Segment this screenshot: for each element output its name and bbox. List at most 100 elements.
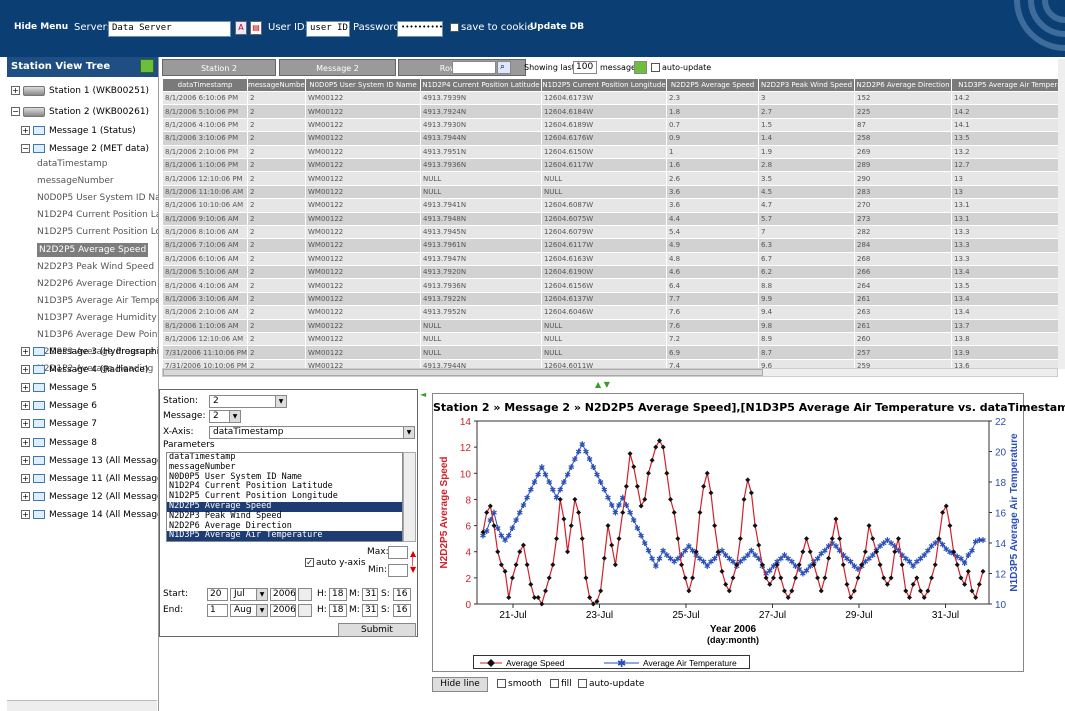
auto-update-checkbox[interactable]: auto-update [578,679,644,689]
splitter-arrow-icon[interactable]: ◄ [420,390,426,399]
expand-icon[interactable]: + [11,86,20,95]
checkbox-icon[interactable] [497,679,506,688]
expand-icon[interactable]: + [21,509,30,519]
table-row[interactable]: 8/1/2006 6:10:06 PM 2 WM00122 4913.7939N 126… [162,90,1058,106]
expand-icon[interactable]: + [21,347,30,356]
parameters-list[interactable]: dataTimestamp messageNumber N0D0P5 User Sy… [166,452,403,542]
tree-param-item[interactable]: N1D2P5 Current Position Longitude [37,225,158,239]
table-row[interactable]: 8/1/2006 5:10:06 AM 2 WM00122 4913.7920N 126… [162,265,1058,280]
expand-icon[interactable]: + [21,437,30,447]
tab-message[interactable]: Message 2 [279,59,396,76]
tree-param-item[interactable]: N2D2P5 Average Speed [37,242,149,257]
collapse-icon[interactable]: − [21,144,30,153]
checkbox-icon[interactable] [550,679,559,688]
checkbox-icon[interactable] [651,63,660,72]
table-row[interactable]: 8/1/2006 4:10:06 AM 2 WM00122 4913.7936N 126… [162,278,1058,293]
expand-icon[interactable]: + [21,419,30,429]
auto-update-toggle[interactable]: auto-update [651,63,711,72]
table-row[interactable]: 7/31/2006 10:10:06 PM 2 WM00122 4913.7944N 1… [162,358,1058,368]
table-row[interactable]: 8/1/2006 1:10:06 PM 2 WM00122 4913.7936N 126… [162,157,1058,173]
search-icon[interactable]: ⌕ [497,61,511,74]
tree-param-item[interactable]: dataTimestamp [37,157,108,171]
month-select[interactable]: Jul ▼ [230,588,268,601]
max-input[interactable] [388,546,408,559]
tree-param-item[interactable]: N1D3P7 Average Humidity Percent [37,311,158,325]
spinner-icon[interactable] [298,588,312,601]
hour-input[interactable]: 18 [329,604,347,617]
expand-icon[interactable]: + [21,473,30,483]
tree-message-1[interactable]: + Message 1 (Status) [21,124,136,138]
submit-button[interactable]: Submit [338,623,416,637]
refresh-icon[interactable] [140,59,154,73]
tree-scrollbar[interactable] [7,700,157,711]
row-count-input[interactable] [452,61,496,74]
table-row[interactable]: 8/1/2006 12:10:06 PM 2 WM00122 NULL NULL 2.6 3… [162,171,1058,186]
checkbox-icon[interactable]: ✓ [305,558,314,567]
second-input[interactable]: 16 [393,588,411,601]
fill-checkbox[interactable]: fill [550,679,572,689]
grid-horizontal-scrollbar[interactable] [162,368,1058,377]
xaxis-select[interactable]: dataTimestamp ▼ [209,426,415,439]
column-header[interactable]: N2D2P6 Average Direction [854,78,952,92]
table-row[interactable]: 8/1/2006 11:10:06 AM 2 WM00122 NULL NULL 3.6 4… [162,184,1058,200]
scroll-thumb[interactable] [163,369,763,376]
update-db-button[interactable]: Update DB [530,22,584,32]
tree-param-item[interactable]: N1D2P4 Current Position Latitude [37,208,158,222]
password-input[interactable]: •••••••••• [397,21,443,37]
grid-vertical-scrollbar[interactable] [1058,59,1065,369]
showing-count-input[interactable]: 100 [573,61,597,74]
column-header[interactable]: dataTimestamp [162,78,248,92]
tree-message-item[interactable]: + Message 12 (All Message 2) [21,490,158,504]
expand-icon[interactable]: + [21,383,30,393]
column-header[interactable]: N1D3P5 Average Air Temperature [951,78,1058,92]
tree-station-1[interactable]: + Station 1 (WKB00251) [11,84,149,98]
collapse-icon[interactable]: − [11,107,20,116]
table-row[interactable]: 8/1/2006 12:10:06 AM 2 WM00122 NULL NULL 7.2 8… [162,332,1058,347]
tree-message-item[interactable]: + Message 6 [21,399,97,413]
tree-message-item[interactable]: + Message 14 (All Message 4) [21,508,158,522]
hide-menu-link[interactable]: Hide Menu [14,22,68,32]
min-input[interactable] [388,564,408,577]
smooth-checkbox[interactable]: smooth [497,679,542,689]
year-input[interactable]: 2006 [270,604,296,617]
parameter-option[interactable]: N1D3P5 Average Air Temperature [167,531,402,541]
tree-message-item[interactable]: + Message 3 (Hydrographics) [21,345,158,359]
minute-input[interactable]: 31 [362,604,378,617]
tab-station[interactable]: Station 2 [162,59,276,76]
tree-param-item[interactable]: N2D2P3 Peak Wind Speed [37,260,154,274]
server-input[interactable]: Data Server [108,21,231,37]
minute-input[interactable]: 31 [362,588,378,601]
tree-message-item[interactable]: + Message 4 (Radiance) [21,363,148,377]
column-header[interactable]: N1D2P5 Current Position Longitude [541,78,667,92]
table-row[interactable]: 8/1/2006 10:10:06 AM 2 WM00122 4913.7941N 12… [162,198,1058,213]
table-row[interactable]: 8/1/2006 2:10:06 PM 2 WM00122 4913.7951N 126… [162,144,1058,159]
expand-icon[interactable]: + [21,126,30,135]
tree-param-item[interactable]: N2D2P6 Average Direction [37,277,157,291]
checkbox-icon[interactable]: ✓ [450,22,459,32]
table-row[interactable]: 8/1/2006 5:10:06 PM 2 WM00122 4913.7924N 126… [162,104,1058,119]
table-row[interactable]: 8/1/2006 3:10:06 PM 2 WM00122 4913.7944N 126… [162,131,1058,146]
table-row[interactable]: 8/1/2006 1:10:06 AM 2 WM00122 NULL NULL 7.6 9.… [162,318,1058,334]
second-input[interactable]: 16 [393,604,411,617]
station-select[interactable]: 2 ▼ [209,395,287,408]
expand-icon[interactable]: + [21,365,30,375]
refresh-icon[interactable] [634,61,647,74]
column-header[interactable]: N1D2P4 Current Position Latitude [420,78,542,92]
column-header[interactable]: messageNumber [247,78,306,92]
table-row[interactable]: 8/1/2006 8:10:06 AM 2 WM00122 4913.7945N 126… [162,224,1058,240]
year-input[interactable]: 2006 [270,588,296,601]
userid-input[interactable]: user ID [306,21,350,37]
day-input[interactable]: 20 [207,588,228,601]
expand-icon[interactable]: + [21,455,30,465]
tree-message-2[interactable]: − Message 2 (MET data) [21,142,149,156]
month-select[interactable]: Aug ▼ [230,604,268,617]
tree-station-2[interactable]: − Station 2 (WKB00261) [11,105,149,119]
save-cookie-checkbox[interactable]: ✓ save to cookie [450,22,533,33]
expand-icon[interactable]: + [21,401,30,411]
column-header[interactable]: N2D2P5 Average Speed [666,78,759,92]
checkbox-icon[interactable] [578,679,587,688]
tree-message-item[interactable]: + Message 5 [21,381,97,395]
day-input[interactable]: 1 [207,604,228,617]
tree-param-item[interactable]: N1D3P5 Average Air Temperature [37,294,158,308]
column-header[interactable]: N0D0P5 User System ID Name [305,78,421,92]
